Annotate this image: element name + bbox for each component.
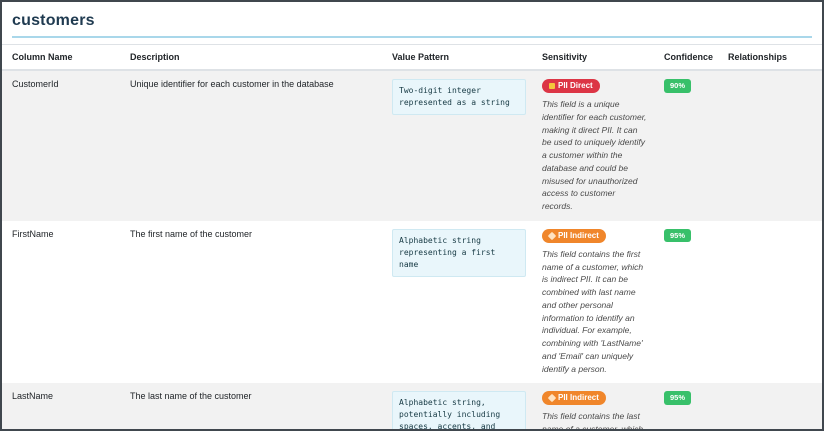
- value-pattern-box: Alphabetic string representing a first n…: [392, 228, 526, 277]
- cell-value-pattern: Alphabetic string, potentially including…: [384, 383, 534, 429]
- confidence-badge: 95%: [664, 391, 692, 405]
- header-confidence: Confidence: [656, 44, 720, 71]
- cell-relationships: [720, 221, 822, 384]
- description-text: The first name of the customer: [130, 228, 253, 239]
- cell-relationships: [720, 383, 822, 429]
- table-body: CustomerId Unique identifier for each cu…: [2, 70, 822, 431]
- sensitivity-badge-label: PII Indirect: [558, 230, 599, 240]
- cell-value-pattern: Two-digit integer represented as a strin…: [384, 70, 534, 221]
- gear-icon: [547, 394, 557, 403]
- cell-column-name: CustomerId: [2, 70, 122, 221]
- cell-value-pattern: Alphabetic string representing a first n…: [384, 221, 534, 384]
- table-row: LastName The last name of the customer A…: [2, 383, 822, 431]
- header-description: Description: [122, 44, 384, 71]
- header-relationships: Relationships: [720, 44, 822, 71]
- gear-icon: [547, 231, 557, 240]
- sensitivity-badge-label: PII Indirect: [558, 393, 599, 403]
- cell-confidence: 95%: [656, 221, 720, 384]
- confidence-badge: 95%: [664, 228, 692, 243]
- cell-description: Unique identifier for each customer in t…: [122, 70, 384, 221]
- sensitivity-badge: PII Direct: [542, 79, 600, 93]
- cell-relationships: [720, 70, 822, 221]
- cell-column-name: FirstName: [2, 221, 122, 384]
- header-value-pattern: Value Pattern: [384, 44, 534, 71]
- page-title: customers: [12, 12, 95, 29]
- page-content: customers Column Name Description Value …: [2, 2, 822, 431]
- table-row: CustomerId Unique identifier for each cu…: [2, 70, 822, 221]
- sensitivity-description: This field is a unique identifier for ea…: [542, 99, 647, 211]
- value-pattern-box: Two-digit integer represented as a strin…: [392, 79, 526, 115]
- lock-icon: [549, 83, 555, 89]
- sensitivity-description: This field contains the last name of a c…: [542, 411, 644, 431]
- cell-sensitivity: PII Indirect This field contains the las…: [534, 383, 656, 431]
- column-name-text: FirstName: [12, 228, 54, 239]
- title-divider: [12, 36, 812, 38]
- cell-confidence: 90%: [656, 70, 720, 221]
- sensitivity-description: This field contains the first name of a …: [542, 248, 644, 374]
- header-sensitivity: Sensitivity: [534, 44, 656, 71]
- cell-column-name: LastName: [2, 383, 122, 429]
- description-text: Unique identifier for each customer in t…: [130, 79, 334, 89]
- sensitivity-badge: PII Indirect: [542, 228, 606, 243]
- cell-sensitivity: PII Indirect This field contains the fir…: [534, 221, 656, 384]
- cell-description: The first name of the customer: [122, 221, 384, 384]
- confidence-badge: 90%: [664, 79, 692, 93]
- columns-table: Column Name Description Value Pattern Se…: [2, 44, 822, 431]
- sensitivity-badge: PII Indirect: [542, 391, 606, 406]
- column-name-text: LastName: [12, 391, 54, 402]
- customers-report-page: customers Column Name Description Value …: [0, 0, 824, 431]
- header-column-name: Column Name: [2, 44, 122, 71]
- value-pattern-box: Alphabetic string, potentially including…: [392, 391, 526, 429]
- table-row: FirstName The first name of the customer…: [2, 221, 822, 384]
- table-header: Column Name Description Value Pattern Se…: [2, 44, 822, 71]
- cell-confidence: 95%: [656, 383, 720, 429]
- cell-description: The last name of the customer: [122, 383, 384, 429]
- sensitivity-badge-label: PII Direct: [558, 81, 593, 90]
- column-name-text: CustomerId: [12, 79, 59, 89]
- cell-sensitivity: PII Direct This field is a unique identi…: [534, 70, 656, 221]
- description-text: The last name of the customer: [130, 391, 252, 402]
